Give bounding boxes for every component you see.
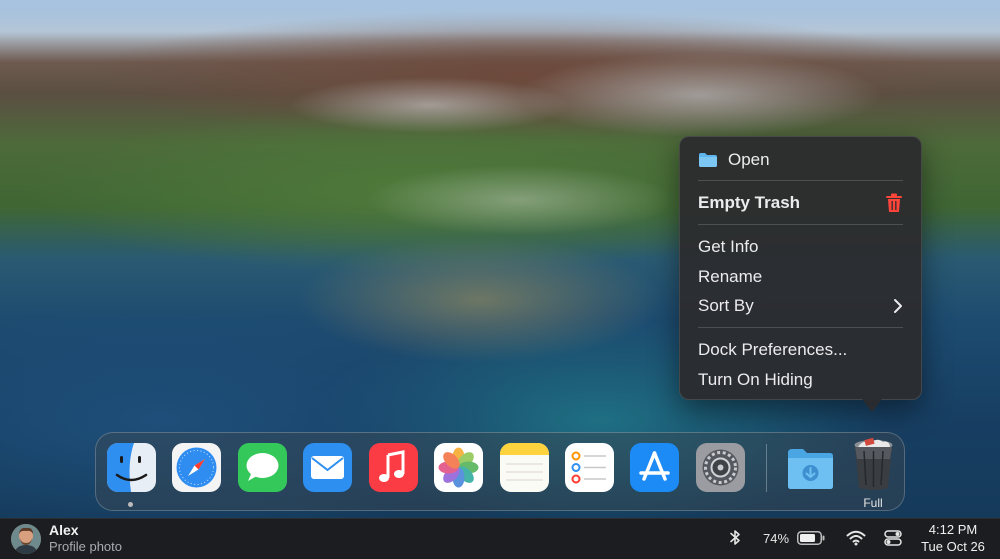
menu-separator [698, 327, 903, 328]
sky-gradient [0, 0, 1000, 40]
trash-status-label: Full [863, 496, 883, 510]
photos-icon[interactable] [434, 443, 483, 492]
finder-icon[interactable] [107, 443, 156, 492]
menu-item-turn-on-hiding-label: Turn On Hiding [698, 370, 813, 389]
menu-item-sort-by[interactable]: Sort By [698, 292, 907, 320]
menu-item-sort-by-label: Sort By [698, 296, 754, 315]
avatar[interactable] [11, 524, 41, 554]
battery-percent: 74% [763, 531, 790, 546]
battery-icon[interactable] [797, 531, 825, 548]
menu-item-rename[interactable]: Rename [698, 263, 907, 291]
menu-item-open[interactable]: Open [698, 146, 907, 174]
menu-item-dock-preferences[interactable]: Dock Preferences... [698, 336, 907, 364]
dock-divider [766, 444, 767, 492]
menu-item-empty-trash[interactable]: Empty Trash [698, 189, 907, 217]
dock-context-menu: Open Empty Trash Get Info Rename Sort By… [679, 136, 922, 400]
user-name: Alex [49, 522, 79, 538]
menu-item-get-info-label: Get Info [698, 237, 759, 256]
menu-item-get-info[interactable]: Get Info [698, 233, 907, 261]
menu-item-dock-preferences-label: Dock Preferences... [698, 340, 848, 359]
messages-icon[interactable] [238, 443, 287, 492]
system-preferences-icon[interactable] [696, 443, 745, 492]
wifi-icon[interactable] [846, 530, 866, 549]
trash-full-icon[interactable] [849, 437, 898, 490]
menu-separator [698, 224, 903, 225]
chevron-right-icon [893, 298, 903, 314]
notes-icon[interactable] [500, 443, 549, 492]
trash-icon [885, 193, 903, 213]
user-subtitle: Profile photo [49, 539, 122, 554]
downloads-folder-icon[interactable] [786, 443, 835, 492]
context-menu-pointer [862, 399, 882, 412]
running-indicator [128, 502, 133, 507]
menu-item-turn-on-hiding[interactable]: Turn On Hiding [698, 366, 907, 394]
clock-date[interactable]: Tue Oct 26 [913, 539, 993, 554]
clock-time[interactable]: 4:12 PM [918, 522, 988, 537]
menu-item-empty-trash-label: Empty Trash [698, 193, 801, 212]
music-icon[interactable] [369, 443, 418, 492]
app-store-icon[interactable] [630, 443, 679, 492]
menu-separator [698, 180, 903, 181]
folder-icon [698, 152, 718, 168]
mail-icon[interactable] [303, 443, 352, 492]
menu-item-rename-label: Rename [698, 267, 763, 286]
safari-icon[interactable] [172, 443, 221, 492]
menu-item-open-label: Open [728, 150, 770, 169]
bluetooth-icon[interactable] [729, 529, 741, 549]
control-center-icon[interactable] [884, 529, 902, 550]
reminders-icon[interactable] [565, 443, 614, 492]
